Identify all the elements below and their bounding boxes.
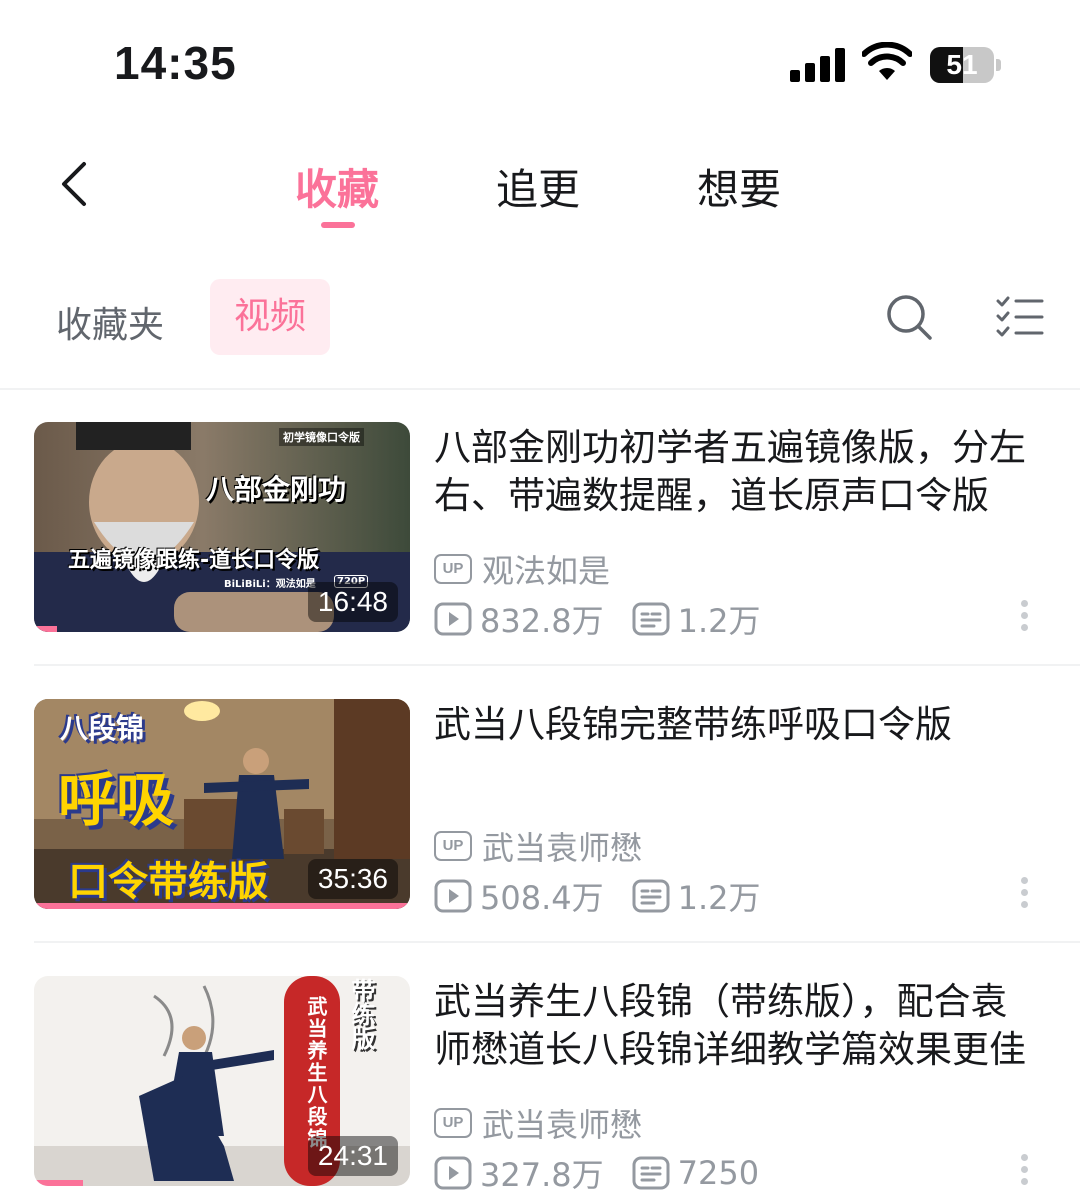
danmaku-count-icon (632, 1156, 670, 1190)
thumbnail-main-text: 八部金刚功 (206, 473, 347, 506)
comment-count: 1.2万 (677, 879, 761, 917)
uploader-name[interactable]: 观法如是 (482, 546, 610, 592)
stats-row: 327.8万 7250 (434, 1150, 787, 1196)
top-tabs: 收藏 追更 想要 (0, 156, 1080, 236)
more-options-icon[interactable] (1016, 1152, 1034, 1188)
video-title[interactable]: 武当八段锦完整带练呼吸口令版 (434, 701, 1034, 749)
video-thumbnail[interactable]: 八段锦 呼吸 口令带练版 35:36 (34, 699, 410, 909)
video-title[interactable]: 武当养生八段锦（带练版），配合袁师懋道长八段锦详细教学篇效果更佳 (434, 978, 1034, 1074)
divider (34, 664, 1080, 666)
view-count: 327.8万 (480, 1156, 604, 1194)
video-item[interactable]: 武当养生八段锦 带练版 24:31 武当养生八段锦（带练版），配合袁师懋道长八段… (0, 976, 1080, 1200)
thumbnail-top-text: 八段锦 (60, 712, 145, 745)
view-count: 508.4万 (480, 879, 604, 917)
folder-filter[interactable]: 收藏夹 (56, 296, 164, 348)
status-time: 14:35 (114, 37, 237, 89)
battery-level: 51 (946, 49, 978, 80)
video-title[interactable]: 八部金刚功初学者五遍镜像版，分左右、带遍数提醒，道长原声口令版 (434, 424, 1034, 520)
uploader-row[interactable]: UP 观法如是 (434, 546, 610, 592)
cellular-signal-icon (790, 48, 846, 82)
danmaku-count-icon (632, 602, 670, 636)
comment-count: 7250 (677, 1154, 760, 1192)
tab-following[interactable]: 追更 (496, 156, 580, 217)
play-count-icon (434, 602, 472, 636)
thumbnail-bottom-text: 口令带练版 (68, 859, 268, 905)
status-bar: 14:35 51 (0, 0, 1080, 130)
divider (0, 388, 1080, 390)
more-options-icon[interactable] (1016, 875, 1034, 911)
watch-progress-bar (34, 903, 410, 909)
video-thumbnail[interactable]: 武当养生八段锦 带练版 24:31 (34, 976, 410, 1186)
video-duration: 35:36 (307, 859, 398, 899)
tab-wishlist[interactable]: 想要 (697, 156, 781, 217)
video-thumbnail[interactable]: 初学镜像口令版 八部金刚功 五遍镜像跟练-道长口令版 BiLiBiLi：观法如是… (34, 422, 410, 632)
watch-progress-bar (34, 1180, 83, 1186)
wifi-icon (862, 42, 912, 80)
up-badge-icon: UP (434, 1108, 472, 1138)
thumbnail-brand-text: BiLiBiLi：观法如是 (224, 579, 316, 590)
watch-progress-bar (34, 626, 57, 632)
video-filter-chip[interactable]: 视频 (210, 279, 330, 355)
thumbnail-sub-text: 五遍镜像跟练-道长口令版 (68, 548, 320, 573)
uploader-row[interactable]: UP 武当袁师懋 (434, 823, 642, 869)
uploader-name[interactable]: 武当袁师懋 (482, 823, 642, 869)
search-icon[interactable] (884, 292, 934, 342)
video-duration: 16:48 (307, 582, 398, 622)
tab-indicator (321, 222, 355, 228)
battery-icon: 51 (930, 47, 1001, 83)
comment-count: 1.2万 (677, 602, 761, 640)
thumbnail-banner-text: 武当养生八段锦 (304, 996, 328, 1150)
uploader-name[interactable]: 武当袁师懋 (482, 1100, 642, 1146)
thumbnail-tag: 初学镜像口令版 (279, 428, 364, 446)
play-count-icon (434, 879, 472, 913)
play-count-icon (434, 1156, 472, 1190)
manage-list-icon[interactable] (996, 296, 1044, 338)
more-options-icon[interactable] (1016, 598, 1034, 634)
video-item[interactable]: 八段锦 呼吸 口令带练版 35:36 武当八段锦完整带练呼吸口令版 UP 武当袁… (0, 699, 1080, 943)
uploader-row[interactable]: UP 武当袁师懋 (434, 1100, 642, 1146)
thumbnail-side-text: 带练版 (347, 978, 375, 1050)
video-item[interactable]: 初学镜像口令版 八部金刚功 五遍镜像跟练-道长口令版 BiLiBiLi：观法如是… (0, 422, 1080, 666)
stats-row: 508.4万 1.2万 (434, 873, 789, 919)
up-badge-icon: UP (434, 831, 472, 861)
up-badge-icon: UP (434, 554, 472, 584)
danmaku-count-icon (632, 879, 670, 913)
thumbnail-main-text: 呼吸 (58, 766, 175, 834)
tab-favorites[interactable]: 收藏 (295, 156, 379, 217)
stats-row: 832.8万 1.2万 (434, 596, 789, 642)
video-duration: 24:31 (307, 1136, 398, 1176)
divider (34, 941, 1080, 943)
view-count: 832.8万 (480, 602, 604, 640)
